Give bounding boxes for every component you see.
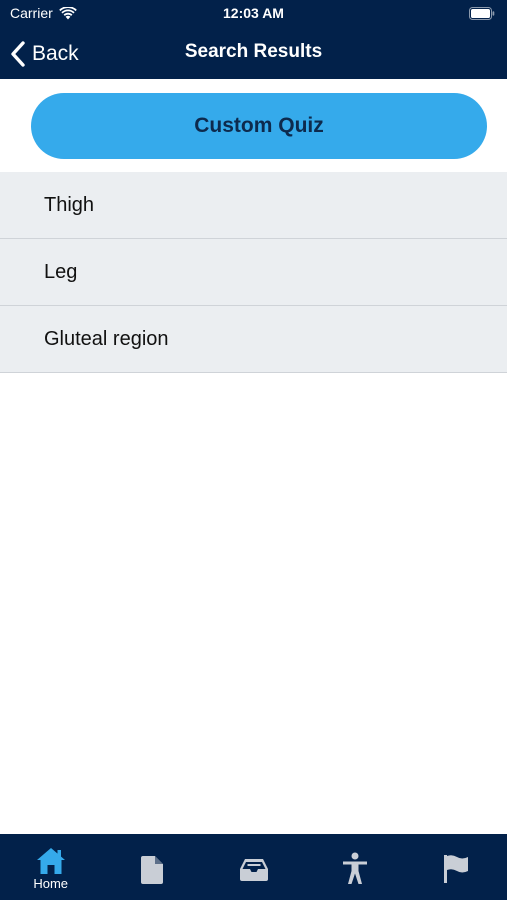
page-title: Search Results [184, 41, 323, 62]
navigation-bar: Back Search Results [0, 28, 507, 79]
search-results-list: Thigh Leg Gluteal region [0, 172, 507, 373]
list-item[interactable]: Thigh [0, 172, 507, 239]
tab-inbox[interactable] [203, 834, 304, 900]
list-item[interactable]: Leg [0, 239, 507, 306]
person-figure-icon [342, 852, 367, 884]
status-bar: Carrier 12:03 AM [0, 0, 507, 28]
tab-documents[interactable] [101, 834, 202, 900]
home-icon [36, 848, 65, 874]
custom-quiz-button[interactable]: Custom Quiz [31, 93, 487, 159]
list-item[interactable]: Gluteal region [0, 306, 507, 373]
quiz-button-area: Custom Quiz [0, 79, 507, 172]
inbox-tray-icon [239, 859, 268, 881]
flag-icon [444, 855, 469, 883]
tab-flag[interactable] [406, 834, 507, 900]
document-icon [141, 856, 164, 884]
status-time: 12:03 AM [223, 5, 284, 21]
battery-icon [469, 7, 495, 25]
tab-home[interactable]: Home [0, 834, 101, 900]
tab-label-home: Home [33, 876, 69, 891]
tab-accessibility[interactable] [304, 834, 405, 900]
tab-bar: Home [0, 834, 507, 900]
